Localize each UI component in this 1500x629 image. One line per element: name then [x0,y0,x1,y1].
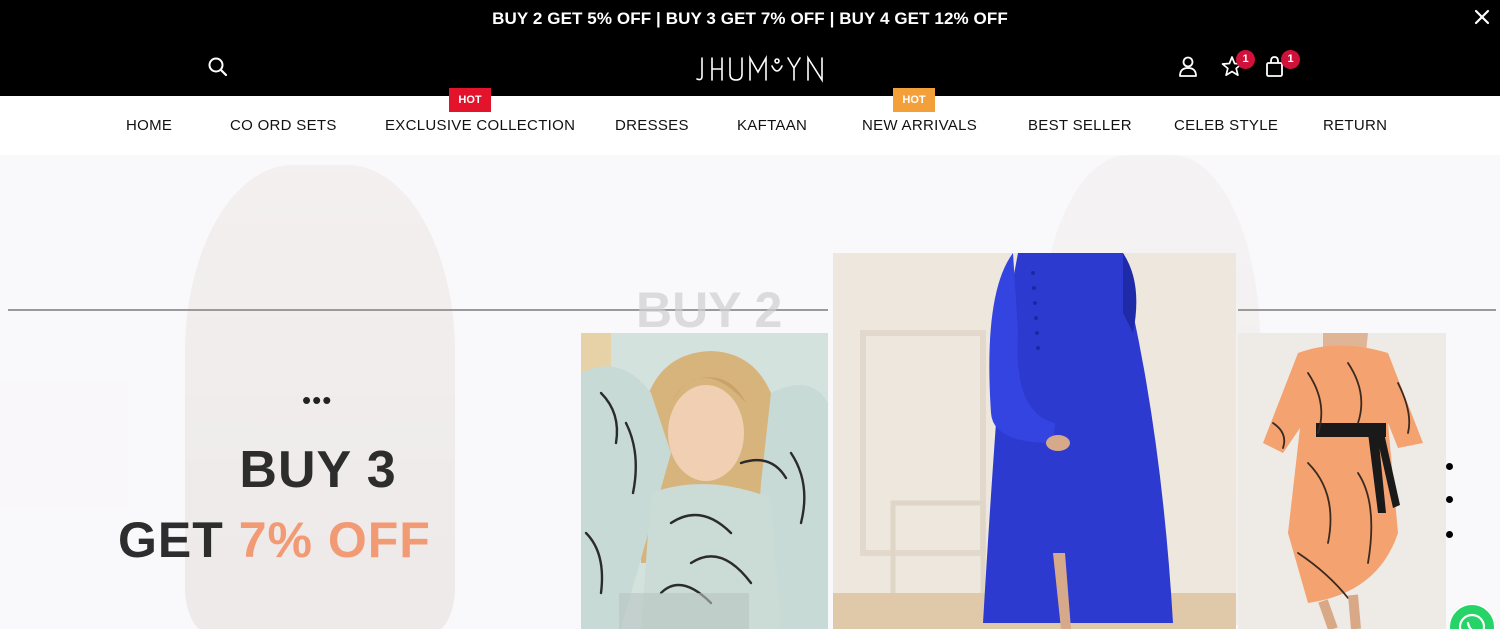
site-logo[interactable] [690,54,850,84]
slider-dot[interactable] [1446,531,1453,538]
hero-banner[interactable]: BUY 2 ••• BUY 3 GET 7% OFF [0,155,1500,629]
nav-item-home[interactable]: HOME [126,117,172,134]
hot-badge: HOT [449,88,491,112]
announcement-bar: BUY 2 GET 5% OFF | BUY 3 GET 7% OFF | BU… [0,0,1500,36]
nav-item-return[interactable]: RETURN [1323,117,1387,134]
site-header: 1 1 [0,36,1500,96]
cart-count-badge: 1 [1281,50,1300,69]
account-icon[interactable] [1175,53,1203,81]
product-image-blue-kaftan[interactable] [833,253,1236,629]
nav-item-exclusive-collection[interactable]: EXCLUSIVE COLLECTION [385,117,575,134]
nav-item-new-arrivals[interactable]: NEW ARRIVALS [862,117,977,134]
main-nav: HOME CO ORD SETS HOT EXCLUSIVE COLLECTIO… [0,88,1500,155]
whatsapp-chat-button[interactable] [1448,603,1496,629]
close-icon[interactable] [1470,5,1494,29]
hot-badge: HOT [893,88,935,112]
announcement-text: BUY 2 GET 5% OFF | BUY 3 GET 7% OFF | BU… [492,9,1008,28]
dots-decoration: ••• [302,385,333,415]
hero-divider [1238,309,1496,311]
product-image-orange-dress[interactable] [1238,333,1446,629]
nav-item-dresses[interactable]: DRESSES [615,117,689,134]
promo-heading: BUY 3 [239,441,397,499]
nav-item-celeb-style[interactable]: CELEB STYLE [1174,117,1278,134]
search-icon[interactable] [204,53,232,81]
slider-dot-active[interactable] [1446,496,1453,503]
product-image-mint-dress[interactable] [581,333,828,629]
nav-item-co-ord-sets[interactable]: CO ORD SETS [230,117,337,134]
promo-subheading: GET 7% OFF [118,511,538,569]
watermark-text: BUY 2 [636,282,783,338]
slider-dot[interactable] [1446,463,1453,470]
wishlist-count-badge: 1 [1236,50,1255,69]
nav-item-kaftaan[interactable]: KAFTAAN [737,117,807,134]
promo-prefix: GET [118,512,239,568]
promo-discount: 7% OFF [238,512,431,568]
nav-item-best-seller[interactable]: BEST SELLER [1028,117,1132,134]
